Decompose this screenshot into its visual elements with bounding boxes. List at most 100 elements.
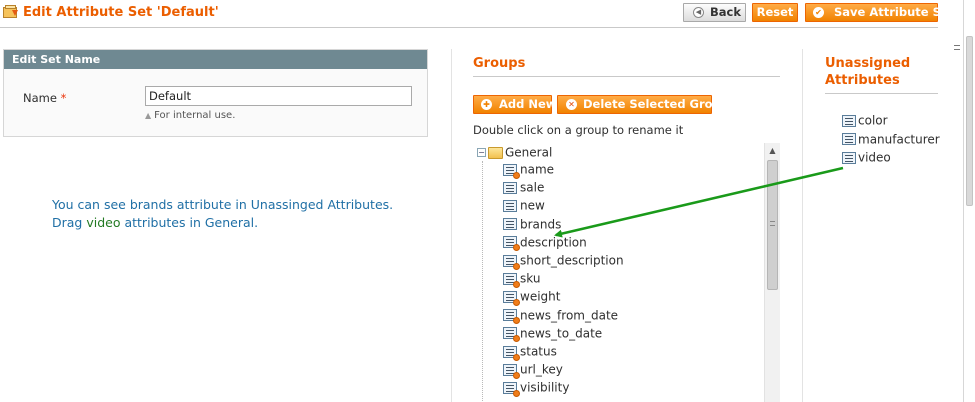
tree-attribute-item[interactable]: sale: [503, 180, 544, 198]
attribute-icon: [503, 254, 520, 270]
name-input[interactable]: [145, 86, 412, 106]
unassigned-title-rule: [825, 93, 938, 94]
unassigned-attribute-item[interactable]: video: [842, 150, 891, 166]
attribute-icon: [503, 309, 520, 325]
name-hint-text: For internal use.: [154, 110, 236, 121]
page-scrollbar-thumb[interactable]: [966, 36, 973, 206]
tree-attribute-item[interactable]: description: [503, 235, 587, 253]
save-attribute-set-button[interactable]: ✔ Save Attribute Set: [805, 3, 954, 22]
unassigned-title-line-2: Attributes: [825, 73, 900, 88]
add-new-group-button[interactable]: ✚ Add New: [473, 95, 556, 114]
tree-attribute-item[interactable]: status: [503, 344, 557, 362]
system-attribute-badge-icon: [513, 244, 520, 252]
back-button[interactable]: ◀ Back: [683, 3, 746, 22]
system-attribute-badge-icon: [513, 353, 520, 361]
attribute-icon: [503, 345, 520, 361]
tree-group-general[interactable]: − General: [477, 145, 552, 161]
collapse-icon[interactable]: −: [477, 148, 486, 157]
name-hint: ▲ For internal use.: [145, 110, 235, 121]
instruction-highlight: video: [86, 215, 121, 230]
tree-attribute-item[interactable]: sku: [503, 271, 540, 289]
system-attribute-badge-icon: [513, 389, 520, 397]
attribute-icon: [842, 114, 856, 127]
edit-set-name-heading: Edit Set Name: [4, 50, 427, 69]
system-attribute-badge-icon: [513, 335, 520, 343]
instruction-line-2-end: attributes in General.: [120, 215, 259, 230]
header-divider: [0, 27, 938, 28]
tree-scrollbar[interactable]: ▲: [764, 143, 780, 402]
group-rename-hint: Double click on a group to rename it: [473, 123, 684, 137]
column-divider-left: [451, 49, 452, 402]
attribute-icon: [503, 199, 517, 212]
page-title: Edit Attribute Set 'Default': [23, 5, 219, 20]
attribute-icon: [503, 381, 520, 397]
back-arrow-icon: ◀: [693, 7, 704, 18]
unassigned-attribute-label: video: [858, 150, 891, 165]
attribute-icon: [503, 272, 520, 288]
attribute-icon: [503, 363, 520, 379]
attribute-icon: [503, 181, 517, 194]
tree-attribute-label: sku: [520, 271, 541, 286]
tree-attribute-label: url_key: [520, 362, 563, 377]
system-attribute-badge-icon: [513, 371, 520, 379]
tree-attribute-label: news_to_date: [520, 326, 603, 341]
page-scrollbar[interactable]: [963, 0, 975, 402]
attribute-icon: [842, 151, 856, 164]
groups-title: Groups: [473, 56, 526, 71]
system-attribute-badge-icon: [513, 317, 520, 325]
name-label: Name *: [23, 91, 66, 105]
edit-set-name-fieldset: Edit Set Name Name * ▲For internal use.: [3, 49, 428, 137]
groups-tree: − General name sale new brands description sho…: [473, 143, 780, 402]
attribute-icon: [503, 236, 520, 252]
tree-attribute-item[interactable]: weight: [503, 289, 560, 307]
back-button-label: Back: [710, 5, 741, 19]
required-mark: *: [60, 91, 67, 105]
system-attribute-badge-icon: [513, 262, 520, 270]
unassigned-attribute-item[interactable]: color: [842, 113, 888, 129]
system-attribute-badge-icon: [513, 280, 520, 288]
delete-selected-group-button[interactable]: ✕ Delete Selected Group: [557, 95, 729, 114]
attribute-icon: [503, 327, 520, 343]
reset-button[interactable]: Reset: [752, 3, 798, 22]
attribute-icon: [842, 133, 856, 145]
unassigned-attribute-label: manufacturer: [858, 132, 940, 146]
tree-attribute-item[interactable]: news_from_date: [503, 308, 618, 326]
instruction-line-2-start: Drag: [52, 215, 87, 230]
tree-attribute-label: weight: [520, 289, 561, 304]
tree-attribute-label: status: [520, 344, 557, 359]
tree-attribute-item[interactable]: visibility: [503, 380, 569, 398]
tree-attribute-label: brands: [520, 217, 562, 232]
scrollbar-grip-icon: [770, 221, 775, 226]
tree-attribute-item[interactable]: name: [503, 162, 554, 180]
attribute-icon: [503, 218, 517, 231]
system-attribute-badge-icon: [513, 298, 520, 306]
save-button-label: Save Attribute Set: [834, 5, 955, 19]
instruction-line-2: Drag video attributes in General.: [52, 214, 393, 232]
tree-attribute-item[interactable]: brands: [503, 217, 561, 235]
resize-grip-icon[interactable]: [954, 45, 960, 50]
tree-attribute-label: description: [520, 235, 587, 250]
save-check-icon: ✔: [813, 7, 824, 18]
tree-attribute-label: sale: [520, 180, 545, 195]
plus-icon: ✚: [481, 99, 492, 110]
tree-attribute-item[interactable]: new: [503, 198, 545, 216]
unassigned-title: Unassigned Attributes: [825, 55, 910, 89]
add-new-label: Add New: [499, 97, 557, 111]
tree-attribute-label: name: [520, 162, 555, 177]
attribute-icon: [503, 163, 520, 179]
unassigned-attribute-item[interactable]: manufacturer: [842, 132, 940, 148]
tree-group-label: General: [505, 145, 553, 160]
tree-attribute-item[interactable]: news_to_date: [503, 326, 602, 344]
delete-icon: ✕: [566, 99, 577, 110]
tree-attribute-item[interactable]: short_description: [503, 253, 624, 271]
attribute-set-icon: [3, 5, 18, 18]
folder-icon: [488, 146, 503, 159]
tree-scrollbar-thumb[interactable]: [767, 160, 778, 290]
hint-triangle-icon: ▲: [145, 111, 152, 120]
instruction-line-1: You can see brands attribute in Unassing…: [52, 197, 394, 212]
scroll-up-icon[interactable]: ▲: [765, 145, 780, 157]
tree-connector: [482, 161, 483, 402]
delete-group-label: Delete Selected Group: [583, 97, 729, 111]
tree-attribute-item[interactable]: url_key: [503, 362, 563, 380]
tree-attribute-label: news_from_date: [520, 308, 619, 323]
